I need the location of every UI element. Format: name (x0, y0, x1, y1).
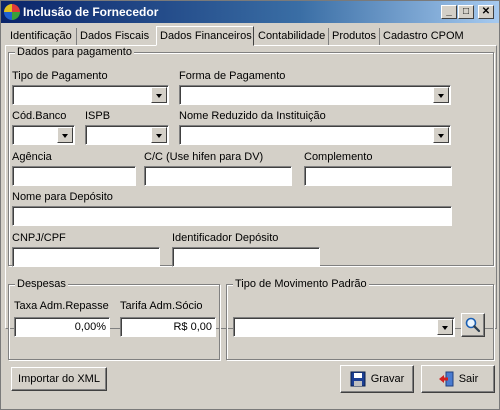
identificador-deposito-input[interactable] (172, 247, 320, 267)
payment-group-legend: Dados para pagamento (15, 46, 134, 58)
maximize-button[interactable]: □ (458, 5, 474, 19)
supplier-window: Inclusão de Fornecedor _ □ ✕ Identificaç… (0, 0, 500, 410)
ispb-label: ISPB (85, 110, 111, 122)
importar-xml-button[interactable]: Importar do XML (11, 367, 107, 391)
conta-input[interactable] (144, 166, 292, 186)
ispb-select[interactable] (85, 125, 169, 145)
sair-label: Sair (458, 373, 479, 385)
taxa-adm-input[interactable]: 0,00% (14, 317, 110, 337)
tab-page: Dados para pagamento Tipo de Pagamento F… (5, 45, 497, 360)
chevron-down-icon[interactable] (433, 127, 449, 143)
tab-dados-financeiros[interactable]: Dados Financeiros (156, 26, 254, 46)
title-bar: Inclusão de Fornecedor _ □ ✕ (1, 1, 499, 23)
cod-banco-select[interactable] (12, 125, 75, 145)
close-button[interactable]: ✕ (478, 5, 494, 19)
movimento-search-button[interactable] (461, 313, 485, 337)
chevron-down-icon[interactable] (433, 87, 449, 103)
tab-identificacao[interactable]: Identificação (7, 28, 77, 45)
chevron-down-icon[interactable] (151, 127, 167, 143)
forma-pagamento-select[interactable] (179, 85, 451, 105)
tarifa-adm-label: Tarifa Adm.Sócio (120, 300, 203, 312)
tipo-pagamento-select[interactable] (12, 85, 169, 105)
nome-deposito-label: Nome para Depósito (12, 191, 113, 203)
tab-dados-fiscais[interactable]: Dados Fiscais (77, 28, 157, 45)
taxa-adm-label: Taxa Adm.Repasse (14, 300, 109, 312)
chevron-down-icon[interactable] (437, 319, 453, 335)
window-title: Inclusão de Fornecedor (23, 5, 159, 19)
movimento-select[interactable] (233, 317, 455, 337)
floppy-disk-icon (350, 371, 366, 387)
chevron-down-icon[interactable] (57, 127, 73, 143)
nome-reduzido-select[interactable] (179, 125, 451, 145)
nome-deposito-input[interactable] (12, 206, 452, 226)
agencia-label: Agência (12, 151, 52, 163)
complemento-label: Complemento (304, 151, 373, 163)
movimento-group: Tipo de Movimento Padrão (226, 278, 494, 360)
cnpj-cpf-label: CNPJ/CPF (12, 232, 66, 244)
movimento-group-legend: Tipo de Movimento Padrão (233, 278, 369, 290)
cnpj-cpf-input[interactable] (12, 247, 160, 267)
payment-group: Dados para pagamento Tipo de Pagamento F… (8, 46, 494, 267)
tab-cadastro-cpom[interactable]: Cadastro CPOM (380, 28, 464, 45)
chevron-down-icon[interactable] (151, 87, 167, 103)
gravar-button[interactable]: Gravar (340, 365, 414, 393)
complemento-input[interactable] (304, 166, 452, 186)
tarifa-adm-input[interactable]: R$ 0,00 (120, 317, 216, 337)
despesas-group-legend: Despesas (15, 278, 68, 290)
tipo-pagamento-label: Tipo de Pagamento (12, 70, 108, 82)
gravar-label: Gravar (370, 373, 405, 385)
minimize-button[interactable]: _ (441, 5, 457, 19)
despesas-group: Despesas Taxa Adm.Repasse 0,00% Tarifa A… (8, 278, 220, 360)
sair-button[interactable]: Sair (421, 365, 495, 393)
cod-banco-label: Cód.Banco (12, 110, 67, 122)
agencia-input[interactable] (12, 166, 136, 186)
exit-door-icon (438, 371, 454, 387)
magnifier-icon (465, 317, 481, 333)
app-icon (4, 4, 20, 20)
identificador-deposito-label: Identificador Depósito (172, 232, 279, 244)
nome-reduzido-label: Nome Reduzido da Instituição (179, 110, 326, 122)
forma-pagamento-label: Forma de Pagamento (179, 70, 286, 82)
conta-label: C/C (Use hifen para DV) (144, 151, 264, 163)
tab-contabilidade[interactable]: Contabilidade (255, 28, 329, 45)
tab-produtos[interactable]: Produtos (329, 28, 380, 45)
